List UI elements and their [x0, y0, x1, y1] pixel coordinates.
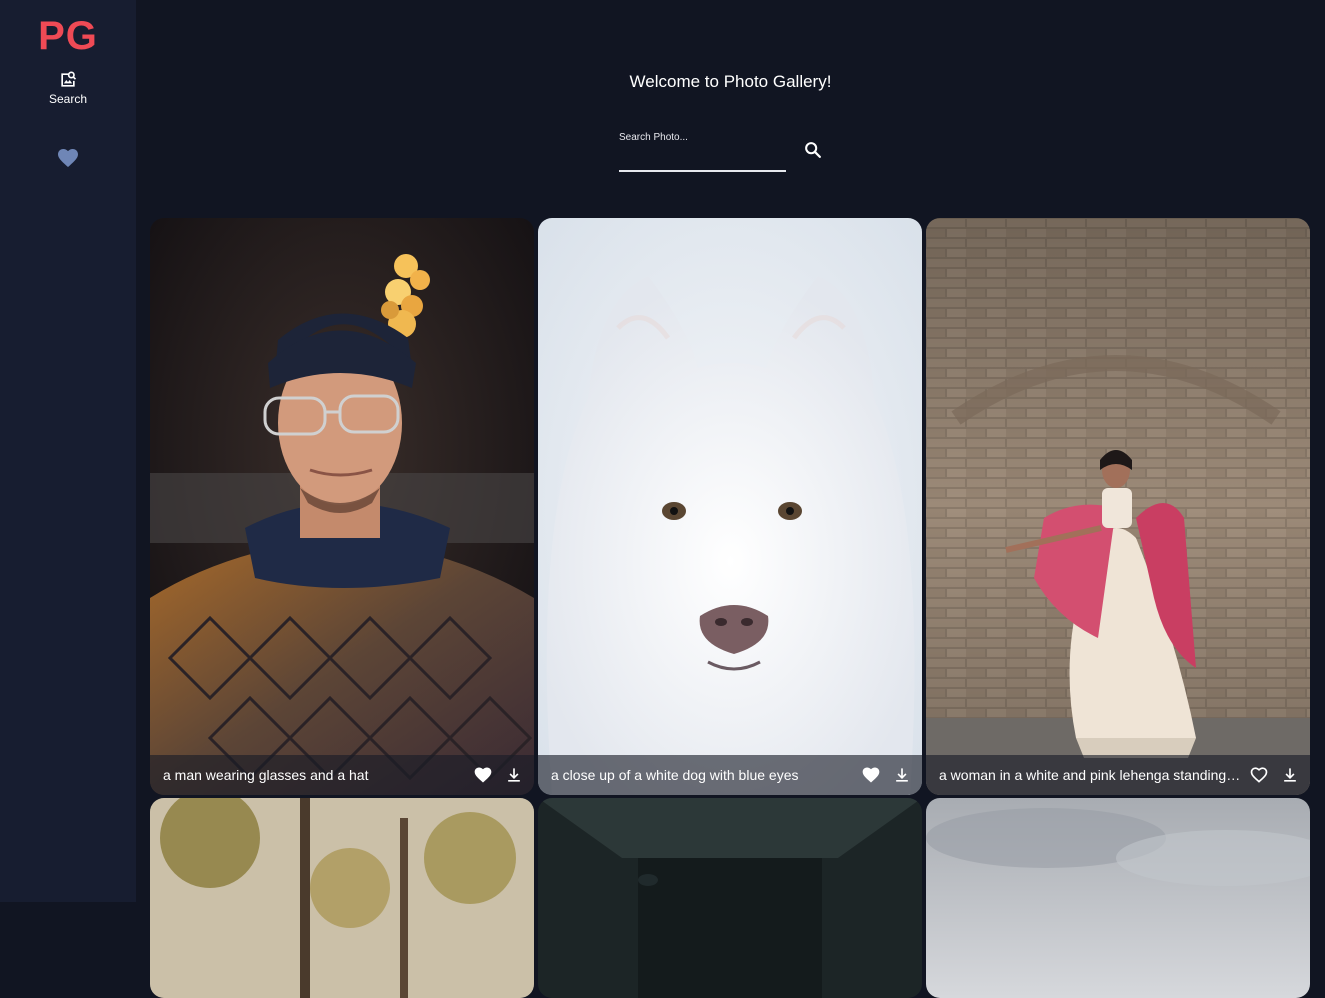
- caption-bar: a man wearing glasses and a hat: [150, 755, 534, 795]
- photo-image[interactable]: [926, 218, 1310, 795]
- heart-icon: [58, 149, 78, 167]
- photo-card[interactable]: a close up of a white dog with blue eyes: [538, 218, 922, 795]
- photo-caption: a close up of a white dog with blue eyes: [551, 767, 799, 783]
- photo-image[interactable]: [926, 798, 1310, 998]
- search-field[interactable]: [619, 126, 786, 172]
- photo-caption: a man wearing glasses and a hat: [163, 767, 369, 783]
- photo-image[interactable]: [150, 218, 534, 795]
- photo-card[interactable]: a man wearing glasses and a hat: [150, 218, 534, 795]
- logo[interactable]: PG: [0, 14, 136, 59]
- photo-image[interactable]: [538, 798, 922, 998]
- nav-search-label: Search: [48, 92, 88, 106]
- search-input[interactable]: [619, 126, 779, 148]
- photo-caption: a woman in a white and pink lehenga stan…: [939, 767, 1243, 783]
- sidebar: PG Search: [0, 0, 136, 902]
- main-content: Welcome to Photo Gallery! Search Photo..…: [136, 0, 1325, 998]
- photo-card[interactable]: [150, 798, 534, 998]
- download-icon[interactable]: [1280, 765, 1300, 785]
- photo-card[interactable]: [538, 798, 922, 998]
- caption-bar: a woman in a white and pink lehenga stan…: [926, 755, 1310, 795]
- heart-outline-icon[interactable]: [1249, 765, 1269, 785]
- download-icon[interactable]: [892, 765, 912, 785]
- caption-bar: a close up of a white dog with blue eyes: [538, 755, 922, 795]
- download-icon[interactable]: [504, 765, 524, 785]
- photo-image[interactable]: [538, 218, 922, 795]
- page-title: Welcome to Photo Gallery!: [629, 72, 832, 91]
- image-search-icon: [61, 71, 77, 87]
- photo-image[interactable]: [150, 798, 534, 998]
- nav-favorites-button[interactable]: [56, 146, 80, 170]
- heart-filled-icon[interactable]: [473, 765, 493, 785]
- nav-search-button[interactable]: Search: [28, 70, 108, 106]
- heart-filled-icon[interactable]: [861, 765, 881, 785]
- search-icon[interactable]: [802, 139, 824, 161]
- photo-card[interactable]: a woman in a white and pink lehenga stan…: [926, 218, 1310, 795]
- photo-card[interactable]: [926, 798, 1310, 998]
